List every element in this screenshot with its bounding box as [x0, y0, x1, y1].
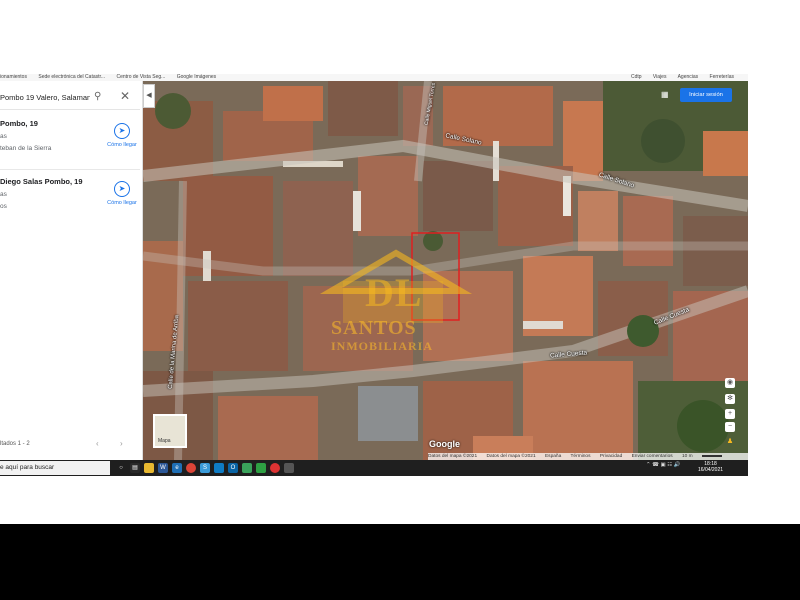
bookmark-item[interactable]: Agencias [678, 74, 699, 80]
skype-icon[interactable]: S [200, 463, 210, 473]
compass-icon[interactable]: ✻ [725, 394, 735, 404]
app-icon[interactable] [242, 463, 252, 473]
credit-item[interactable]: Privacidad [600, 454, 622, 459]
bottom-bar [0, 524, 800, 600]
bookmark-item[interactable]: Cdtp [631, 74, 642, 80]
minimap-toggle[interactable]: Mapa [153, 414, 187, 448]
apps-grid-icon[interactable]: ▦ [661, 90, 669, 99]
bookmark-item[interactable]: Google Imágenes [177, 74, 216, 80]
chrome-icon[interactable] [186, 463, 196, 473]
credit-item[interactable]: España [545, 454, 561, 459]
task-switch-icon[interactable]: ▤ [130, 463, 140, 473]
credit-item: Datos del mapa ©2021 [428, 454, 478, 459]
prev-page-button[interactable]: ‹ [96, 439, 99, 448]
watermark-line2: INMOBILIARIA [331, 339, 434, 353]
bookmark-item[interactable]: Viajes [653, 74, 667, 80]
taskbar-search-input[interactable]: e aquí para buscar [0, 461, 110, 475]
map-credits: Datos del mapa ©2021 Datos del mapa ©202… [428, 453, 748, 460]
app-icon[interactable] [284, 463, 294, 473]
bookmark-item[interactable]: ionamientos [0, 74, 27, 80]
google-logo: Google [429, 439, 460, 449]
right-margin [748, 74, 800, 476]
search-box[interactable]: Pombo 19 Valero, Salamanca ⚲ ✕ [0, 85, 140, 110]
bottom-letterbox [0, 476, 800, 524]
credit-item: Datos del mapa ©2021 [486, 454, 536, 459]
satellite-map[interactable]: ◀ ▦ Iniciar sesión Calle Solano Calle So… [143, 81, 748, 460]
top-letterbox [0, 0, 800, 74]
minimap-label: Mapa [158, 438, 171, 444]
watermark-logo: DL [365, 270, 423, 315]
credit-item[interactable]: Enviar comentarios [632, 454, 673, 459]
results-count: ltados 1 - 2 [0, 441, 30, 447]
sign-in-button[interactable]: Iniciar sesión [680, 88, 732, 102]
zoom-in-button[interactable]: + [725, 409, 735, 419]
zoom-out-button[interactable]: − [725, 422, 735, 432]
clock-date: 16/04/2021 [698, 467, 724, 473]
next-page-button[interactable]: › [120, 439, 123, 448]
pegman-icon[interactable]: ♟ [725, 437, 735, 447]
result-item[interactable]: Diego Salas Pombo, 19 as os ➤ Cómo llega… [0, 177, 140, 210]
windows-taskbar: e aquí para buscar ○ ▤ W e S O ⌃ ☎ ▣ ☷ 🔊… [0, 460, 748, 476]
watermark-line1: SANTOS [331, 317, 417, 339]
collapse-panel-button[interactable]: ◀ [143, 84, 155, 108]
search-input[interactable]: Pombo 19 Valero, Salamanca [0, 93, 90, 102]
directions-label: Cómo llegar [107, 200, 137, 206]
bookmark-item[interactable]: Ferreterías [710, 74, 734, 80]
bookmarks-right: Cdtp Viajes Agencias Ferreterías [631, 74, 744, 80]
scale-label: 10 m [682, 454, 693, 459]
credit-item[interactable]: Términos [571, 454, 591, 459]
directions-icon: ➤ [114, 181, 130, 197]
bookmark-item[interactable]: Centro de Vista Seg... [116, 74, 165, 80]
directions-label: Cómo llegar [107, 142, 137, 148]
edge-icon[interactable]: e [172, 463, 182, 473]
outlook-icon[interactable]: O [228, 463, 238, 473]
word-icon[interactable]: W [158, 463, 168, 473]
bookmarks-bar: ionamientos Sede electrónica del Catastr… [0, 74, 748, 81]
taskbar-apps: ○ ▤ W e S O [116, 463, 294, 473]
results-footer: ltados 1 - 2 ‹ › [0, 439, 140, 448]
result-item[interactable]: Pombo, 19 as teban de la Sierra ➤ Cómo l… [0, 119, 140, 152]
edge-new-icon[interactable] [214, 463, 224, 473]
search-icon[interactable]: ⚲ [94, 91, 101, 102]
layers-icon[interactable]: ◉ [725, 378, 735, 388]
scale-bar [702, 454, 723, 457]
whatsapp-icon[interactable] [256, 463, 266, 473]
close-icon[interactable]: ✕ [120, 89, 130, 103]
directions-button[interactable]: ➤ Cómo llegar [104, 181, 140, 206]
system-tray[interactable]: ⌃ ☎ ▣ ☷ 🔊 [646, 462, 681, 468]
directions-button[interactable]: ➤ Cómo llegar [104, 123, 140, 148]
clock[interactable]: 18:18 16/04/2021 [698, 461, 723, 473]
app-icon[interactable] [270, 463, 280, 473]
results-panel: Pombo 19 Valero, Salamanca ⚲ ✕ Pombo, 19… [0, 81, 143, 460]
bookmark-item[interactable]: Sede electrónica del Catastr... [38, 74, 105, 80]
file-explorer-icon[interactable] [144, 463, 154, 473]
task-view-icon[interactable]: ○ [116, 463, 126, 473]
result-divider [0, 169, 140, 170]
directions-icon: ➤ [114, 123, 130, 139]
